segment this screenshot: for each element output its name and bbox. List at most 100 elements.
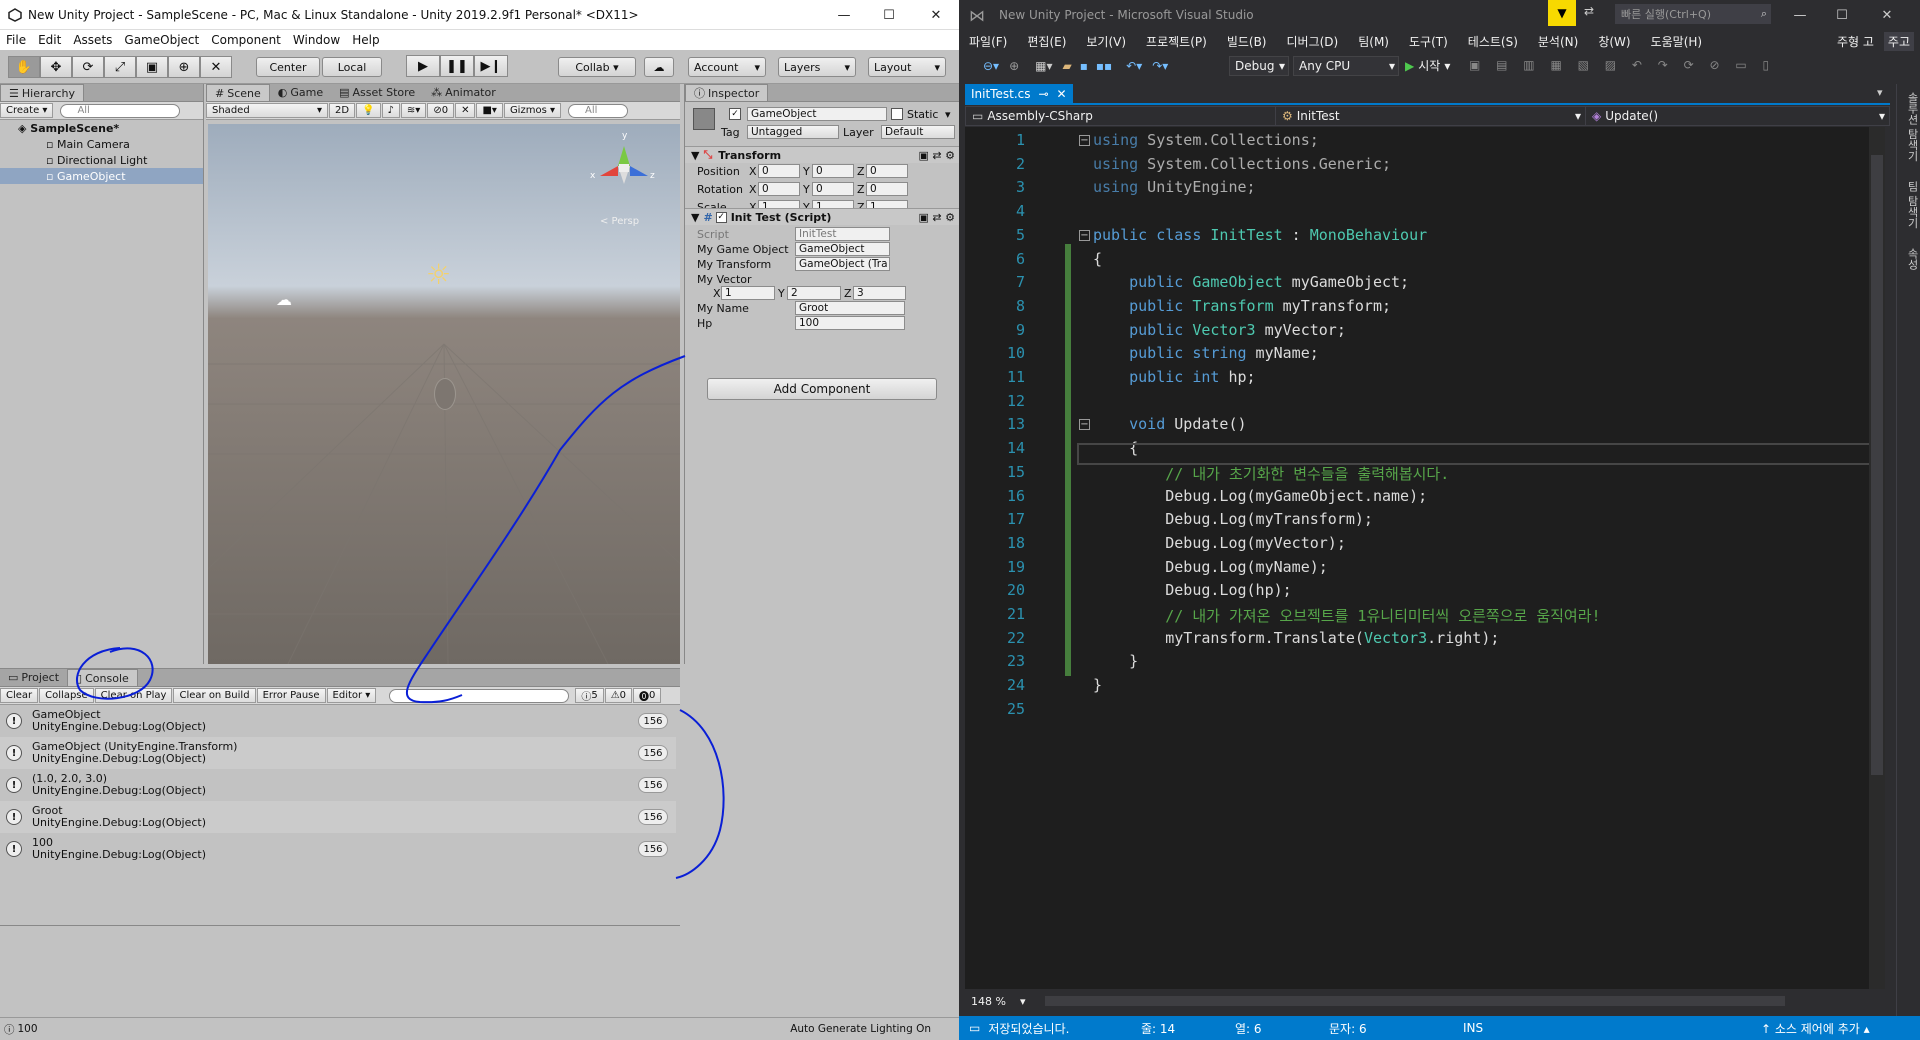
- code-line[interactable]: Debug.Log(myTransform);: [1093, 510, 1373, 528]
- menu-file[interactable]: 파일(F): [959, 33, 1017, 50]
- menu-build[interactable]: 빌드(B): [1217, 33, 1277, 50]
- code-line[interactable]: using UnityEngine;: [1093, 178, 1256, 196]
- user-avatar[interactable]: 주고: [1883, 31, 1914, 51]
- code-line[interactable]: }: [1093, 676, 1102, 694]
- line-number: 22: [1006, 628, 1025, 647]
- line-number: 15: [1006, 462, 1025, 481]
- save-all-icon[interactable]: ▪▪: [1096, 59, 1112, 73]
- project-icon: ▭: [972, 109, 984, 123]
- play-icon: ▶: [1405, 58, 1415, 73]
- line-number: 6: [1015, 249, 1025, 268]
- minimize-button[interactable]: —: [1777, 0, 1823, 30]
- forward-icon[interactable]: ⊕: [1009, 59, 1019, 73]
- line-number: 23: [1006, 652, 1025, 671]
- change-marker-bar: [1065, 244, 1071, 676]
- side-tool-tabs: 솔루션 탐색기 팀 탐색기 속성: [1896, 84, 1920, 1016]
- line-number: 17: [1006, 510, 1025, 529]
- menu-debug[interactable]: 디버그(D): [1277, 33, 1349, 50]
- code-line[interactable]: public GameObject myGameObject;: [1093, 273, 1409, 291]
- code-line[interactable]: Debug.Log(hp);: [1093, 581, 1291, 599]
- platform-dropdown[interactable]: Any CPU ▾: [1293, 56, 1399, 76]
- code-line[interactable]: Debug.Log(myGameObject.name);: [1093, 487, 1427, 505]
- start-button[interactable]: ▶ 시작 ▾: [1405, 57, 1450, 74]
- undo-icon[interactable]: ↶▾: [1126, 59, 1142, 73]
- save-icon[interactable]: ▪: [1080, 59, 1088, 73]
- editor-bottom-bar: 148 % ▾: [965, 992, 1885, 1010]
- line-number: 10: [1006, 344, 1025, 363]
- member-dropdown[interactable]: ◈ Update() ▾: [1586, 107, 1889, 125]
- chevron-down-icon: ▾: [1878, 109, 1885, 123]
- code-line[interactable]: // 내가 가져온 오브젝트를 1유니티미터씩 오른쪽으로 움직여라!: [1093, 605, 1600, 626]
- menu-edit[interactable]: 편집(E): [1017, 33, 1076, 50]
- side-tab-properties[interactable]: 속성: [1906, 240, 1919, 278]
- line-number: 1: [1015, 131, 1025, 149]
- new-project-icon[interactable]: ▦▾: [1035, 59, 1052, 73]
- config-value: Debug: [1235, 59, 1275, 73]
- code-line[interactable]: {: [1093, 250, 1102, 268]
- filter-icon[interactable]: ▼: [1548, 0, 1576, 26]
- back-icon[interactable]: ⊖▾: [983, 59, 999, 73]
- line-number: 20: [1006, 581, 1025, 600]
- menu-project[interactable]: 프로젝트(P): [1136, 33, 1217, 50]
- code-line[interactable]: Debug.Log(myName);: [1093, 558, 1328, 576]
- collapse-icon[interactable]: −: [1079, 419, 1090, 431]
- hand-drawn-annotations: [75, 355, 725, 879]
- line-number: 4: [1015, 202, 1025, 221]
- line-number: 14: [1006, 439, 1025, 458]
- menu-tools[interactable]: 도구(T): [1399, 33, 1458, 50]
- code-line[interactable]: public int hp;: [1093, 368, 1255, 386]
- pin-icon[interactable]: ⊸: [1038, 87, 1048, 101]
- code-line[interactable]: public class InitTest : MonoBehaviour: [1093, 226, 1427, 244]
- chevron-down-icon[interactable]: ▾: [1020, 995, 1026, 1008]
- quick-launch-input[interactable]: 빠른 실행(Ctrl+Q) ⌕: [1615, 4, 1771, 24]
- close-button[interactable]: ✕: [1864, 0, 1910, 30]
- scrollbar-thumb[interactable]: [1871, 155, 1883, 775]
- close-tab-icon[interactable]: ✕: [1057, 87, 1067, 101]
- code-line[interactable]: // 내가 초기화한 변수들을 출력해봅시다.: [1093, 463, 1449, 484]
- config-dropdown[interactable]: Debug ▾: [1229, 56, 1289, 76]
- user-name[interactable]: 주형 고: [1827, 33, 1884, 50]
- code-line[interactable]: Debug.Log(myVector);: [1093, 534, 1346, 552]
- menu-test[interactable]: 테스트(S): [1458, 33, 1528, 50]
- code-line[interactable]: public Vector3 myVector;: [1093, 321, 1346, 339]
- maximize-button[interactable]: ☐: [1819, 0, 1865, 30]
- line-number: 9: [1015, 320, 1025, 339]
- collapse-icon[interactable]: −: [1079, 229, 1090, 241]
- tab-initest-cs[interactable]: InitTest.cs ⊸ ✕: [965, 84, 1073, 104]
- status-saved: 저장되었습니다.: [988, 1021, 1070, 1036]
- menu-team[interactable]: 팀(M): [1348, 33, 1399, 50]
- line-number: 2: [1015, 154, 1025, 173]
- navigation-bar: ▭ Assembly-CSharp ⚙ InitTest ▾ ◈ Update() ▾: [965, 106, 1890, 126]
- redo-icon[interactable]: ↷▾: [1152, 59, 1168, 73]
- code-editor[interactable]: 1 using System.Collections; 2 using Syste…: [965, 127, 1885, 989]
- code-line[interactable]: myTransform.Translate(Vector3.right);: [1093, 629, 1499, 647]
- horizontal-scrollbar[interactable]: [1045, 996, 1785, 1006]
- class-dropdown[interactable]: ⚙ InitTest ▾: [1276, 107, 1586, 125]
- project-dropdown[interactable]: ▭ Assembly-CSharp: [966, 107, 1276, 125]
- line-number: 8: [1015, 296, 1025, 315]
- chevron-down-icon[interactable]: ▾: [1877, 86, 1883, 99]
- code-line[interactable]: using System.Collections;: [1093, 131, 1319, 149]
- code-line[interactable]: public string myName;: [1093, 344, 1319, 362]
- chevron-down-icon: ▾: [1444, 58, 1451, 73]
- comment-icon: ▭: [969, 1021, 981, 1035]
- code-line[interactable]: }: [1093, 652, 1138, 670]
- search-icon: ⌕: [1760, 7, 1767, 20]
- code-line[interactable]: using System.Collections.Generic;: [1093, 155, 1391, 173]
- code-line[interactable]: public Transform myTransform;: [1093, 297, 1391, 315]
- line-number: 18: [1006, 533, 1025, 552]
- side-tab-solution-explorer[interactable]: 솔루션 탐색기: [1906, 84, 1919, 170]
- menu-analyze[interactable]: 분석(N): [1528, 33, 1588, 50]
- code-line[interactable]: void Update(): [1093, 415, 1246, 433]
- menu-view[interactable]: 보기(V): [1076, 33, 1136, 50]
- open-folder-icon[interactable]: ▰: [1063, 59, 1072, 73]
- zoom-level[interactable]: 148 %: [965, 995, 1012, 1008]
- feedback-icon[interactable]: ⇄: [1584, 4, 1594, 18]
- collapse-icon[interactable]: −: [1079, 135, 1090, 146]
- menu-window[interactable]: 창(W): [1588, 33, 1640, 50]
- member-value: Update(): [1605, 109, 1659, 123]
- side-tab-team-explorer[interactable]: 팀 탐색기: [1906, 173, 1919, 237]
- menu-help[interactable]: 도움말(H): [1641, 33, 1713, 50]
- platform-value: Any CPU: [1299, 59, 1351, 73]
- source-control-button[interactable]: ↑ 소스 제어에 추가 ▴: [1761, 1020, 1870, 1037]
